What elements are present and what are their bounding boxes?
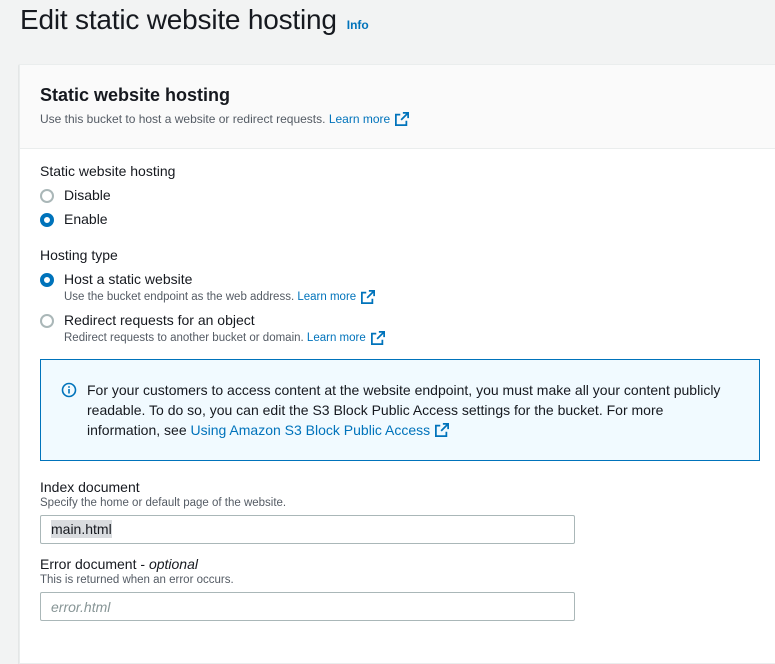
redirect-learn-more-link[interactable]: Learn more — [307, 331, 385, 345]
index-document-label: Index document — [40, 479, 140, 495]
hosting-section: Static website hosting Disable Enable — [40, 163, 758, 227]
radio-host-static-circle[interactable] — [40, 273, 54, 287]
radio-redirect-circle[interactable] — [40, 314, 54, 328]
error-document-desc: This is returned when an error occurs. — [40, 574, 234, 586]
page-header: Edit static website hosting Info — [20, 4, 369, 36]
radio-host-static-label: Host a static website — [64, 271, 193, 287]
optional-tag: optional — [148, 556, 198, 572]
radio-host-static-desc: Use the bucket endpoint as the web addre… — [64, 290, 376, 304]
host-static-learn-more-link[interactable]: Learn more — [297, 290, 376, 304]
redirect-learn-more-label: Learn more — [306, 332, 366, 344]
index-document-input[interactable]: main.html — [40, 515, 575, 544]
page-title: Edit static website hosting — [20, 4, 337, 35]
radio-redirect-desc: Redirect requests to another bucket or d… — [64, 331, 385, 345]
radio-host-static-website[interactable]: Host a static website Use the bucket end… — [40, 271, 758, 304]
index-document-value: main.html — [51, 520, 112, 538]
info-icon — [61, 382, 77, 398]
error-document-label: Error document - optional — [40, 556, 758, 572]
external-link-icon — [435, 423, 450, 437]
index-document-group: Index document Specify the home or defau… — [40, 479, 758, 544]
block-public-access-label: Using Amazon S3 Block Public Access — [190, 422, 431, 438]
redirect-desc-text: Redirect requests to another bucket or d… — [64, 332, 304, 344]
radio-enable-label: Enable — [64, 211, 108, 227]
info-link[interactable]: Info — [347, 18, 369, 32]
error-document-input[interactable] — [40, 592, 575, 621]
radio-redirect-label: Redirect requests for an object — [64, 312, 255, 328]
host-static-desc-text: Use the bucket endpoint as the web addre… — [64, 291, 295, 303]
external-link-icon — [370, 331, 385, 345]
radio-enable[interactable]: Enable — [40, 211, 758, 227]
radio-disable-circle[interactable] — [40, 189, 54, 203]
radio-enable-circle[interactable] — [40, 213, 54, 227]
hosting-label: Static website hosting — [40, 163, 176, 179]
panel-title: Static website hosting — [40, 85, 231, 105]
panel-description-text: Use this bucket to host a website or red… — [40, 112, 326, 126]
index-document-desc: Specify the home or default page of the … — [40, 497, 287, 509]
panel-header: Static website hosting Use this bucket t… — [20, 65, 775, 149]
panel-body: Static website hosting Disable Enable Ho… — [20, 149, 775, 621]
radio-disable-label: Disable — [64, 187, 111, 203]
external-link-icon — [395, 112, 410, 126]
panel-learn-more-link[interactable]: Learn more — [328, 112, 410, 126]
error-document-group: Error document - optional This is return… — [40, 556, 758, 621]
radio-redirect-requests[interactable]: Redirect requests for an object Redirect… — [40, 312, 758, 345]
static-website-hosting-panel: Static website hosting Use this bucket t… — [19, 64, 775, 664]
hosting-type-label: Hosting type — [40, 247, 118, 263]
error-document-label-text: Error document - — [40, 556, 149, 572]
hosting-type-section: Hosting type Host a static website Use t… — [40, 247, 758, 345]
external-link-icon — [361, 290, 376, 304]
panel-learn-more-label: Learn more — [328, 112, 391, 126]
alert-text: For your customers to access content at … — [87, 380, 739, 440]
block-public-access-link[interactable]: Using Amazon S3 Block Public Access — [191, 420, 450, 440]
info-alert: For your customers to access content at … — [40, 359, 760, 461]
radio-disable[interactable]: Disable — [40, 187, 758, 203]
panel-description: Use this bucket to host a website or red… — [40, 112, 758, 126]
host-static-learn-more-label: Learn more — [297, 291, 357, 303]
